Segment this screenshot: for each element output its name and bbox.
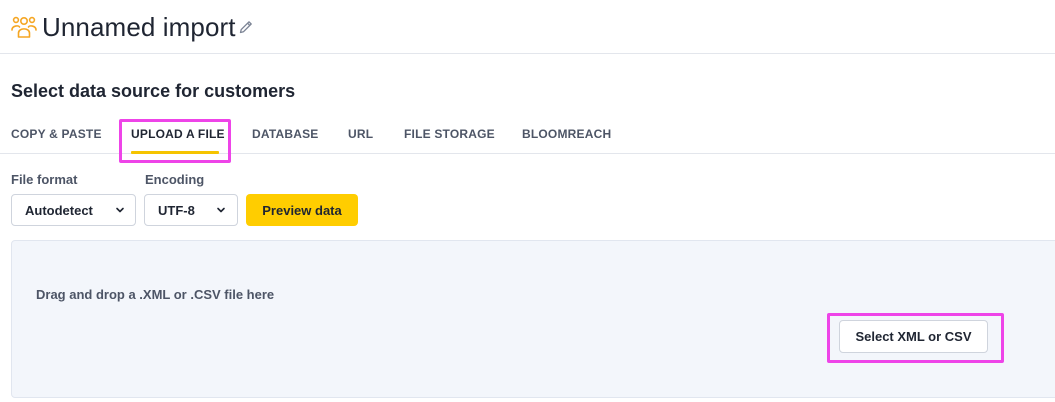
preview-data-button[interactable]: Preview data bbox=[246, 194, 358, 226]
section-title: Select data source for customers bbox=[11, 81, 296, 101]
file-dropzone[interactable] bbox=[11, 240, 1055, 398]
chevron-down-icon bbox=[217, 207, 225, 213]
tab-bloomreach[interactable]: BLOOMREACH bbox=[522, 126, 611, 142]
tab-database[interactable]: DATABASE bbox=[252, 126, 319, 142]
encoding-label: Encoding bbox=[145, 172, 205, 187]
encoding-value: UTF-8 bbox=[158, 203, 195, 218]
chevron-down-icon bbox=[116, 207, 124, 213]
tab-upload-a-file[interactable]: UPLOAD A FILE bbox=[131, 126, 225, 142]
page-header: Unnamed import bbox=[0, 0, 1055, 54]
users-icon bbox=[11, 16, 37, 38]
dropzone-text: Drag and drop a .XML or .CSV file here bbox=[36, 287, 275, 302]
page-title: Unnamed import bbox=[42, 12, 236, 42]
file-format-value: Autodetect bbox=[25, 203, 93, 218]
encoding-select[interactable]: UTF-8 bbox=[144, 194, 238, 226]
file-format-label: File format bbox=[11, 172, 78, 187]
select-xml-csv-button[interactable]: Select XML or CSV bbox=[839, 320, 988, 353]
source-tabs: COPY & PASTE UPLOAD A FILE DATABASE URL … bbox=[0, 118, 1055, 154]
tab-copy-paste[interactable]: COPY & PASTE bbox=[11, 126, 102, 142]
tab-file-storage[interactable]: FILE STORAGE bbox=[404, 126, 495, 142]
tab-url[interactable]: URL bbox=[348, 126, 373, 142]
active-tab-indicator bbox=[131, 151, 219, 154]
file-format-select[interactable]: Autodetect bbox=[11, 194, 136, 226]
pencil-icon[interactable] bbox=[238, 19, 254, 35]
